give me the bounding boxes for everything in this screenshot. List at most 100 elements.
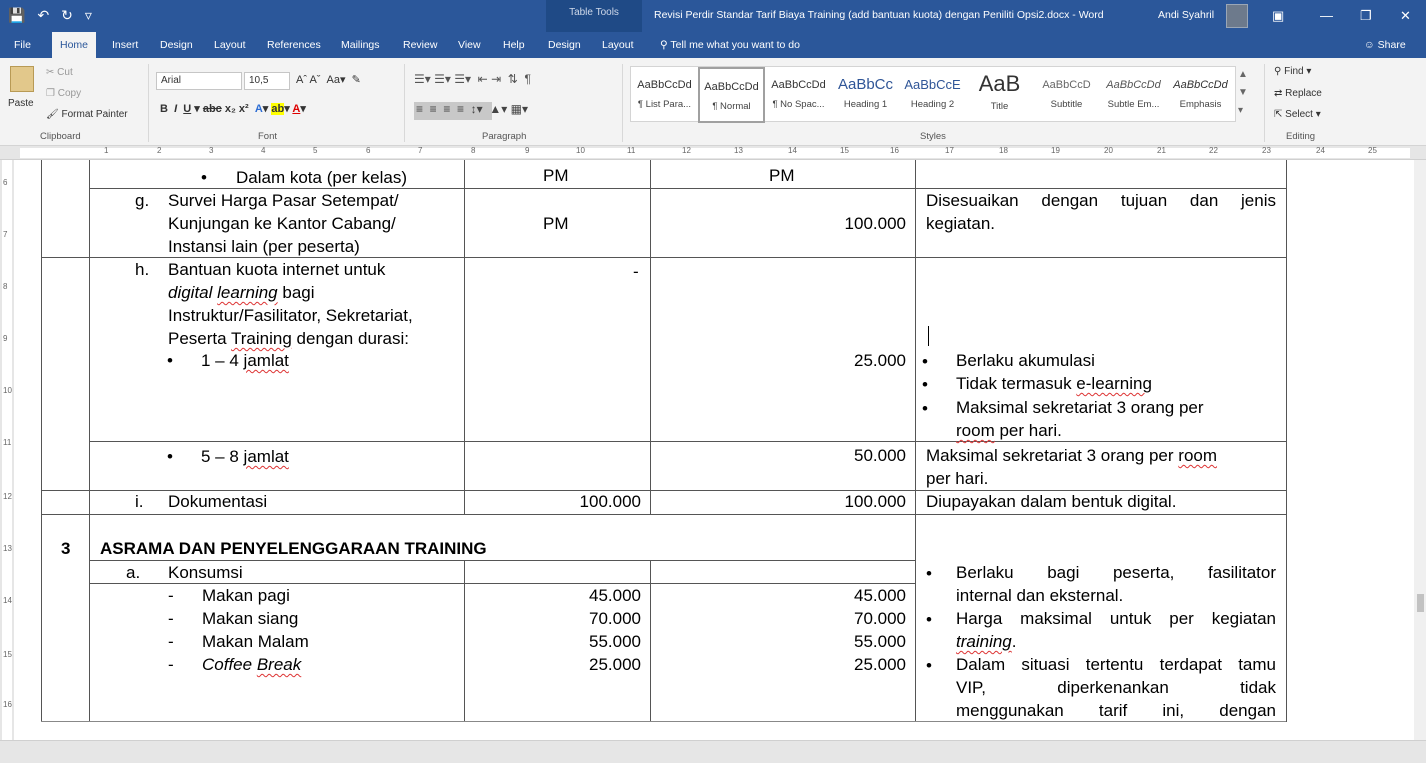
grow-shrink-font-icons[interactable]: Aˆ Aˇ Aa▾ ✎ xyxy=(296,73,361,86)
table-cell: Berlaku bagi peserta, fasilitator xyxy=(956,563,1276,582)
ruler-number: 16 xyxy=(890,146,899,155)
customize-icon[interactable]: ▿ xyxy=(85,7,92,24)
style-preview: AaBbCcDd xyxy=(771,79,826,91)
user-name[interactable]: Andi Syahril xyxy=(1158,9,1214,21)
table-cell: 100.000 xyxy=(579,492,641,511)
share-button[interactable]: ☺ Share xyxy=(1364,32,1406,58)
font-size-box[interactable]: 10,5 xyxy=(244,72,290,90)
text-run: Coffee xyxy=(202,655,257,674)
format-painter-label: Format Painter xyxy=(61,109,128,120)
save-icon[interactable]: 💾 xyxy=(8,7,25,24)
style-heading-2[interactable]: AaBbCcE Heading 2 xyxy=(899,67,966,123)
tab-design[interactable]: Design xyxy=(158,32,195,58)
ribbon-display-icon[interactable]: ▣ xyxy=(1272,8,1284,24)
style-heading-1[interactable]: AaBbCc Heading 1 xyxy=(832,67,899,123)
style-name: Subtitle xyxy=(1050,99,1083,110)
redo-icon[interactable]: ↻ xyxy=(61,7,73,24)
horizontal-ruler[interactable]: 1 2 3 4 5 6 7 8 9 10 11 12 13 14 15 16 1… xyxy=(0,146,1426,160)
table-cell: Diupayakan dalam bentuk digital. xyxy=(926,492,1177,511)
scrollbar-thumb[interactable] xyxy=(1417,594,1424,612)
style-subtitle[interactable]: AaBbCcD Subtitle xyxy=(1033,67,1100,123)
list-buttons[interactable]: ☰▾ ☰▾ ☰▾ ⇤ ⇥ ⇅ ¶ xyxy=(414,72,531,86)
paste-icon[interactable] xyxy=(10,66,34,92)
text-run: jamlat xyxy=(243,351,289,370)
style-list-paragraph[interactable]: AaBbCcDd ¶ List Para... xyxy=(631,67,698,123)
style-name: Title xyxy=(990,101,1009,112)
text-run: 1 – 4 xyxy=(201,351,244,370)
format-painter-button[interactable]: 🖌 Format Painter xyxy=(46,109,128,120)
styles-scroll-icons[interactable]: ▲ ▼ ▾ xyxy=(1238,66,1248,120)
lightbulb-icon: ⚲ xyxy=(660,39,671,51)
style-emphasis[interactable]: AaBbCcDd Emphasis xyxy=(1167,67,1234,123)
quick-access-toolbar: 💾 ↶ ↻ ▿ xyxy=(8,7,92,24)
table-border xyxy=(89,441,1286,442)
text-run: Break xyxy=(256,655,302,674)
scissors-icon: ✂ xyxy=(46,67,58,78)
style-no-spacing[interactable]: AaBbCcDd ¶ No Spac... xyxy=(765,67,832,123)
avatar[interactable] xyxy=(1226,4,1248,28)
tab-review[interactable]: Review xyxy=(401,32,439,58)
cut-button[interactable]: ✂ Cut xyxy=(46,67,73,78)
table-cell: VIP, diperkenankan tidak xyxy=(956,678,1276,697)
vertical-scrollbar[interactable] xyxy=(1414,160,1426,740)
style-preview: AaBbCcDd xyxy=(1173,79,1228,91)
ruler-number: 12 xyxy=(682,146,691,155)
style-preview: AaBbCcD xyxy=(1042,79,1091,91)
table-cell: 25.000 xyxy=(589,655,641,674)
paste-button[interactable]: Paste xyxy=(8,98,34,109)
tab-view[interactable]: View xyxy=(456,32,483,58)
document-page[interactable]: • Dalam kota (per kelas) PM PM g. Survei… xyxy=(14,160,1416,740)
table-cell: Dalam situasi tertentu terdapat tamu xyxy=(956,655,1276,674)
ruler-number: 21 xyxy=(1157,146,1166,155)
copy-label: Copy xyxy=(57,88,82,99)
ruler-number: 12 xyxy=(3,492,12,501)
document-area[interactable]: • Dalam kota (per kelas) PM PM g. Survei… xyxy=(14,160,1416,740)
tab-references[interactable]: References xyxy=(265,32,323,58)
replace-button[interactable]: ⇄ Replace xyxy=(1274,88,1322,99)
bullet: • xyxy=(167,351,173,370)
find-button[interactable]: ⚲ Find ▾ xyxy=(1274,66,1311,77)
vertical-ruler[interactable]: 6 7 8 9 10 11 12 13 14 15 16 xyxy=(0,160,14,740)
font-name-box[interactable]: Arial xyxy=(156,72,242,90)
style-subtle-emphasis[interactable]: AaBbCcDd Subtle Em... xyxy=(1100,67,1167,123)
text-run: per hari. xyxy=(994,421,1062,440)
replace-label: Replace xyxy=(1285,88,1322,99)
minimize-icon[interactable]: — xyxy=(1320,8,1333,23)
tab-table-layout[interactable]: Layout xyxy=(600,32,636,58)
font-format-buttons[interactable]: B I U ▾ abc x₂ x² A▾ ab▾ A▾ xyxy=(160,102,306,115)
close-icon[interactable]: ✕ xyxy=(1400,8,1411,24)
copy-button[interactable]: ❐ Copy xyxy=(46,88,81,99)
tell-me-box[interactable]: ⚲ Tell me what you want to do xyxy=(660,32,800,58)
style-normal[interactable]: AaBbCcDd ¶ Normal xyxy=(698,67,765,123)
tab-insert[interactable]: Insert xyxy=(110,32,140,58)
replace-icon: ⇄ xyxy=(1274,88,1286,99)
table-border xyxy=(41,160,42,722)
text-run: room xyxy=(956,421,995,440)
tab-help[interactable]: Help xyxy=(501,32,527,58)
style-preview: AaBbCcE xyxy=(904,77,961,92)
style-title[interactable]: AaB Title xyxy=(966,67,1033,123)
ruler-number: 8 xyxy=(471,146,476,155)
text-run: Training xyxy=(231,329,292,348)
tab-table-design[interactable]: Design xyxy=(546,32,583,58)
tab-layout[interactable]: Layout xyxy=(212,32,248,58)
dash: - xyxy=(168,609,174,628)
table-cell: internal dan eksternal. xyxy=(956,586,1124,605)
select-button[interactable]: ⇱ Select ▾ xyxy=(1274,109,1321,120)
tab-mailings[interactable]: Mailings xyxy=(339,32,382,58)
person-icon: ☺ xyxy=(1364,39,1378,51)
table-cell: Harga maksimal untuk per kegiatan xyxy=(956,609,1276,628)
table-cell: Dokumentasi xyxy=(168,492,268,511)
paragraph-group-label: Paragraph xyxy=(482,131,527,142)
tab-home[interactable]: Home xyxy=(52,32,97,58)
table-tools-label: Table Tools xyxy=(546,0,642,32)
style-name: Heading 2 xyxy=(910,99,955,110)
tab-file[interactable]: File xyxy=(12,32,33,58)
undo-icon[interactable]: ↶ xyxy=(37,7,49,24)
dash: - xyxy=(168,655,174,674)
alignment-buttons[interactable]: ≡ ≡ ≡ ≡ ↕▾ ▲▾ ▦▾ xyxy=(416,102,528,116)
restore-icon[interactable]: ❐ xyxy=(1360,8,1372,24)
table-cell: Instansi lain (per peserta) xyxy=(168,237,360,256)
table-cell: Instruktur/Fasilitator, Sekretariat, xyxy=(168,306,413,325)
ruler-number: 14 xyxy=(788,146,797,155)
